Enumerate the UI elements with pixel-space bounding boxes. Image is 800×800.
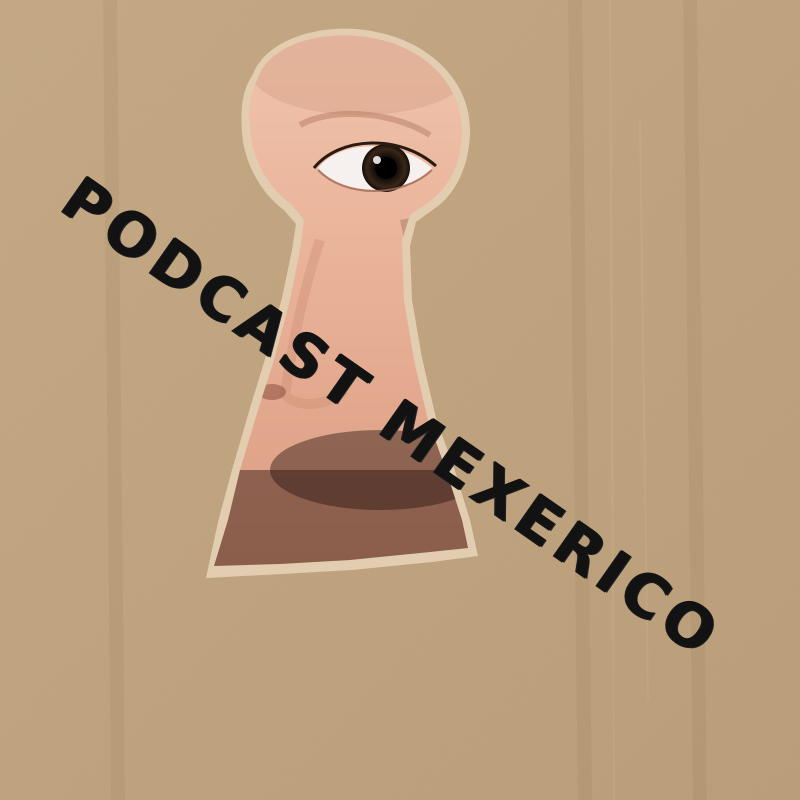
podcast-cover: PODCAST MEXERICO — [0, 0, 800, 800]
